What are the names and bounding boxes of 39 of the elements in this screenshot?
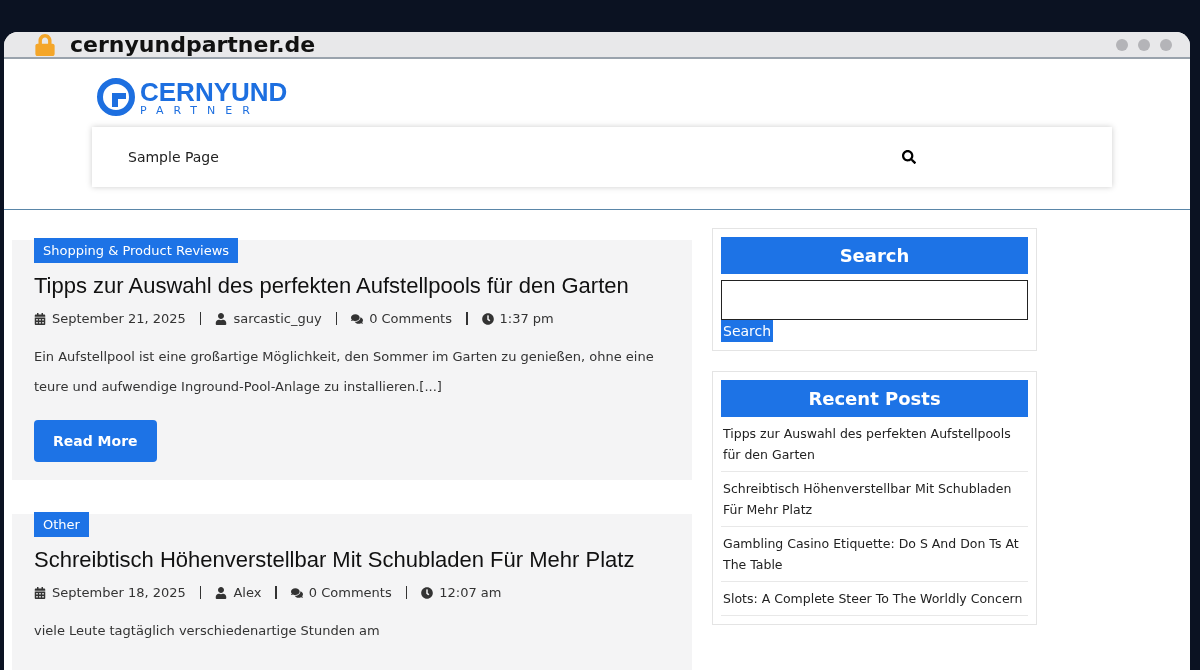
user-icon xyxy=(215,312,228,325)
window-dot[interactable] xyxy=(1160,38,1172,51)
post-time: 12:07 am xyxy=(439,585,502,600)
comment-count[interactable]: 0 Comments xyxy=(308,585,392,600)
widget-heading: Recent Posts xyxy=(721,380,1028,417)
window-dot[interactable] xyxy=(1138,38,1150,51)
calendar-icon xyxy=(34,586,46,599)
recent-post-link[interactable]: Schreibtisch Höhenverstellbar Mit Schubladen Für Mehr Platz xyxy=(721,472,1028,527)
category-tag[interactable]: Other xyxy=(34,512,89,537)
recent-post-link[interactable]: Slots: A Complete Steer To The Worldly Concern xyxy=(721,582,1028,616)
post-excerpt: viele Leute tagtäglich verschiedenartige Stunden am xyxy=(34,622,381,640)
read-more-button[interactable]: Read More xyxy=(34,420,157,462)
clock-icon xyxy=(421,586,434,599)
post-title[interactable]: Tipps zur Auswahl des perfekten Aufstellpools für den Garten xyxy=(34,273,670,299)
comments-icon xyxy=(351,312,364,325)
post-author[interactable]: Alex xyxy=(233,585,262,600)
logo-icon xyxy=(96,77,136,117)
recent-post-link[interactable]: Gambling Casino Etiquette: Do S And Don Ts At The Table xyxy=(721,527,1028,582)
search-icon[interactable] xyxy=(902,150,916,164)
clock-icon xyxy=(481,312,494,325)
recent-post-link[interactable]: Tipps zur Auswahl des perfekten Aufstellpools für den Garten xyxy=(721,417,1028,472)
logo-text: CERNYUND xyxy=(140,78,288,105)
post-time: 1:37 pm xyxy=(499,311,554,326)
search-button[interactable]: Search xyxy=(721,320,774,342)
post-date: September 18, 2025 xyxy=(52,585,186,600)
comments-icon xyxy=(290,586,303,599)
post-author[interactable]: sarcastic_guy xyxy=(233,311,322,326)
search-field[interactable] xyxy=(721,280,1028,320)
widget-heading: Search xyxy=(721,237,1028,274)
comment-count[interactable]: 0 Comments xyxy=(369,311,452,326)
user-icon xyxy=(215,586,228,599)
nav-link[interactable]: Sample Page xyxy=(128,149,219,165)
logo-subtext: PARTNER xyxy=(140,104,261,116)
category-tag[interactable]: Shopping & Product Reviews xyxy=(34,238,239,263)
calendar-icon xyxy=(34,312,46,325)
window-dot[interactable] xyxy=(1116,38,1128,51)
post-title[interactable]: Schreibtisch Höhenverstellbar Mit Schubladen Für Mehr Platz xyxy=(34,547,670,573)
post-excerpt: Ein Aufstellpool ist eine großartige Möglichkeit, den Sommer im Garten zu genießen, ohne eine teure und aufwendige Inground-Pool-Anlage zu installieren.[...] xyxy=(34,348,655,396)
post-date: September 21, 2025 xyxy=(52,311,186,326)
